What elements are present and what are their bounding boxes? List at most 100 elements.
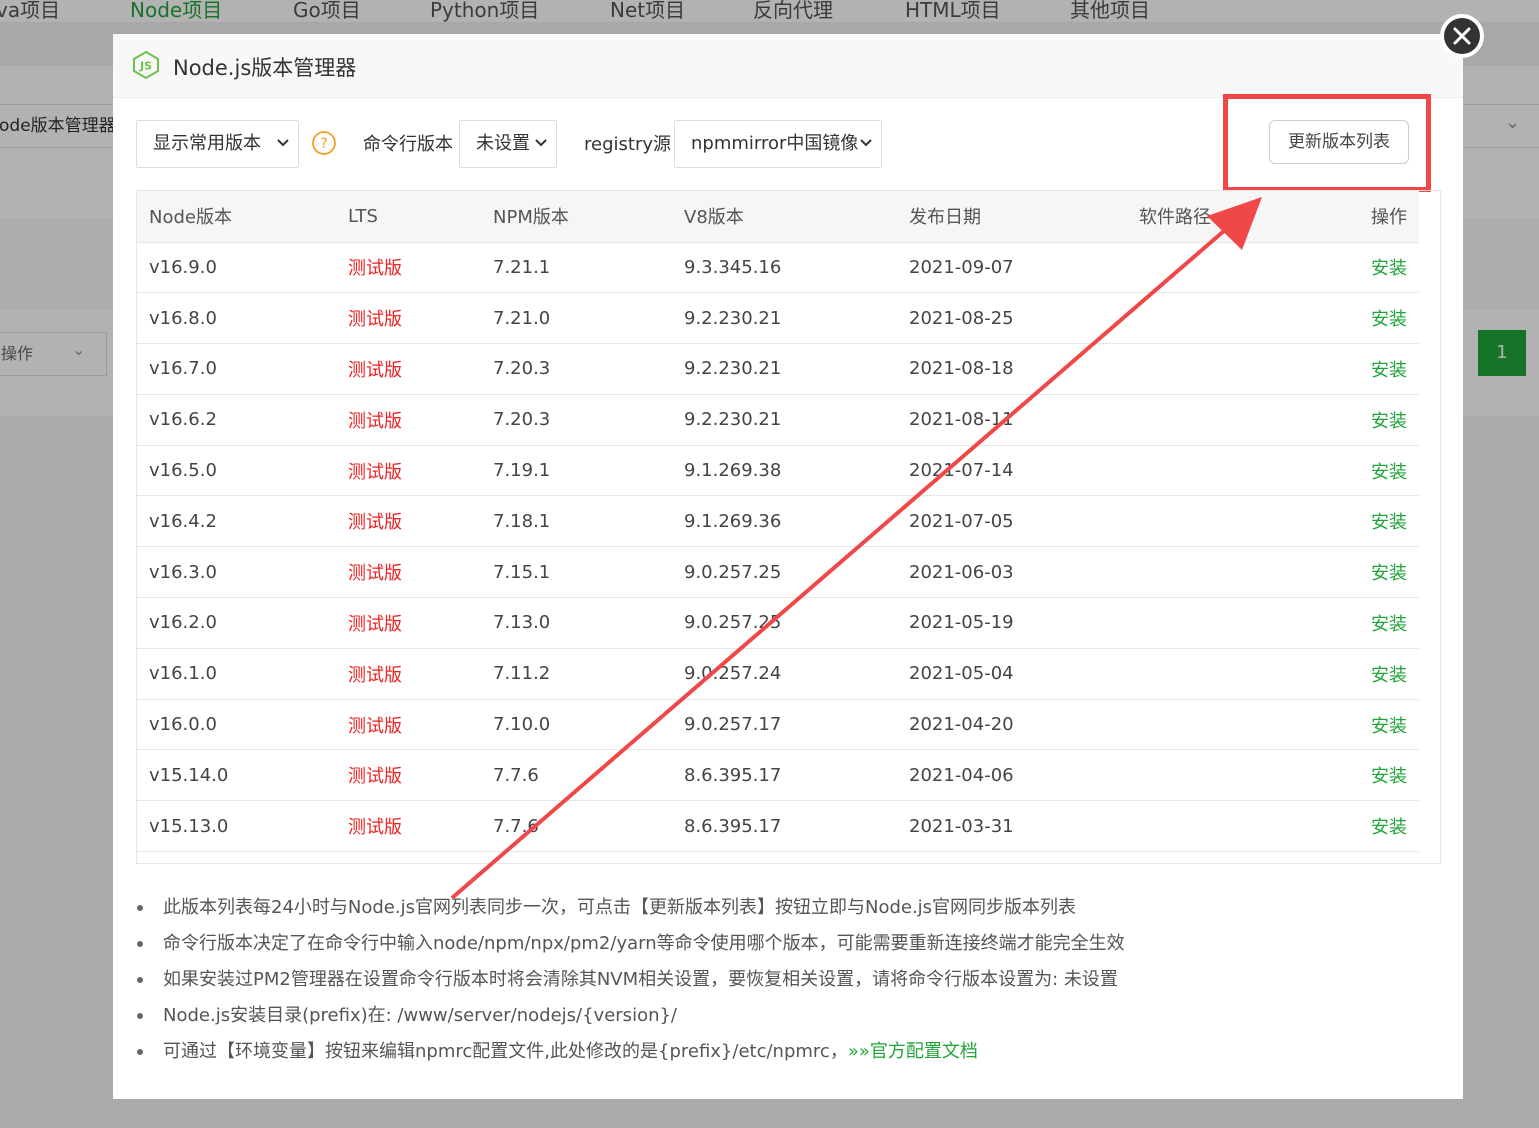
table-row: v16.2.0 测试版 7.13.0 9.0.257.25 2021-05-19 安装 (137, 597, 1419, 649)
action-cell: 安装 (1319, 242, 1419, 294)
node-version-cell: v16.2.0 (137, 597, 348, 649)
cli-version-value: 未设置 (476, 133, 530, 154)
node-version-manager-dialog: JS Node.js版本管理器 显示常用版本 ? 命令行版本 未设置 regis… (113, 34, 1463, 1099)
install-button[interactable]: 安装 (1371, 563, 1407, 584)
software-path-cell (1139, 749, 1319, 802)
action-cell: 安装 (1319, 749, 1419, 802)
close-button[interactable] (1440, 14, 1484, 58)
node-version-cell: v16.5.0 (137, 445, 348, 497)
version-filter-select[interactable]: 显示常用版本 (136, 120, 299, 168)
software-path-cell (1139, 546, 1319, 599)
install-button[interactable]: 安装 (1371, 614, 1407, 635)
table-row: v16.7.0 测试版 7.20.3 9.2.230.21 2021-08-18 安装 (137, 343, 1419, 395)
software-path-cell (1139, 394, 1319, 446)
column-header: 操作 (1319, 191, 1419, 243)
install-button[interactable]: 安装 (1371, 360, 1407, 381)
install-button[interactable]: 安装 (1371, 411, 1407, 432)
help-icon[interactable]: ? (311, 130, 337, 156)
npm-version-cell: 7.11.2 (493, 648, 684, 700)
version-table-container: Node版本 LTS NPM版本 V8版本 发布日期 软件路径 操作 v16.9… (136, 190, 1441, 864)
version-table: Node版本 LTS NPM版本 V8版本 发布日期 软件路径 操作 v16.9… (137, 191, 1419, 853)
install-button[interactable]: 安装 (1371, 766, 1407, 787)
column-header: 发布日期 (909, 191, 1139, 243)
cli-version-label: 命令行版本 (363, 134, 453, 155)
lts-cell: 测试版 (348, 749, 493, 802)
install-button[interactable]: 安装 (1371, 512, 1407, 533)
table-row: v16.8.0 测试版 7.21.0 9.2.230.21 2021-08-25 安装 (137, 292, 1419, 345)
action-cell: 安装 (1319, 800, 1419, 853)
column-header: 软件路径 (1139, 191, 1319, 243)
note-text: Node.js安装目录(prefix)在: /www/server/nodejs… (163, 1005, 678, 1026)
release-date-cell: 2021-05-04 (909, 648, 1139, 700)
install-button[interactable]: 安装 (1371, 309, 1407, 330)
action-cell: 安装 (1319, 648, 1419, 700)
release-date-cell: 2021-08-25 (909, 292, 1139, 345)
lts-cell: 测试版 (348, 800, 493, 853)
official-docs-link[interactable]: »»官方配置文档 (848, 1041, 978, 1062)
node-version-cell: v16.3.0 (137, 546, 348, 599)
release-date-cell: 2021-07-14 (909, 445, 1139, 497)
note-item: Node.js安装目录(prefix)在: /www/server/nodejs… (135, 998, 1435, 1034)
note-item: 如果安装过PM2管理器在设置命令行版本时将会清除其NVM相关设置，要恢复相关设置… (135, 962, 1435, 998)
table-row: v16.6.2 测试版 7.20.3 9.2.230.21 2021-08-11 安装 (137, 394, 1419, 446)
note-text: 此版本列表每24小时与Node.js官网列表同步一次，可点击【更新版本列表】按钮… (163, 897, 1077, 918)
release-date-cell: 2021-08-11 (909, 394, 1139, 446)
column-header: V8版本 (684, 191, 909, 243)
release-date-cell: 2021-04-20 (909, 699, 1139, 751)
lts-cell: 测试版 (348, 699, 493, 751)
software-path-cell (1139, 445, 1319, 497)
action-cell: 安装 (1319, 546, 1419, 599)
node-version-cell: v16.7.0 (137, 343, 348, 395)
chevron-down-icon (535, 139, 547, 147)
npm-version-cell: 7.7.6 (493, 800, 684, 853)
install-button[interactable]: 安装 (1371, 716, 1407, 737)
software-path-cell (1139, 699, 1319, 751)
lts-cell: 测试版 (348, 343, 493, 395)
v8-version-cell: 9.3.345.16 (684, 242, 909, 294)
node-version-cell: v16.4.2 (137, 495, 348, 548)
table-row: v16.1.0 测试版 7.11.2 9.0.257.24 2021-05-04 安装 (137, 648, 1419, 700)
npm-version-cell: 7.20.3 (493, 394, 684, 446)
note-item: 此版本列表每24小时与Node.js官网列表同步一次，可点击【更新版本列表】按钮… (135, 890, 1435, 926)
node-version-cell: v15.13.0 (137, 800, 348, 853)
action-cell: 安装 (1319, 699, 1419, 751)
node-version-cell: v16.9.0 (137, 242, 348, 294)
install-button[interactable]: 安装 (1371, 258, 1407, 279)
version-filter-value: 显示常用版本 (153, 133, 261, 154)
note-text: 命令行版本决定了在命令行中输入node/npm/npx/pm2/yarn等命令使… (163, 933, 1125, 954)
v8-version-cell: 8.6.395.17 (684, 800, 909, 853)
install-button[interactable]: 安装 (1371, 665, 1407, 686)
software-path-cell (1139, 597, 1319, 649)
chevron-down-icon (860, 139, 872, 147)
release-date-cell: 2021-07-05 (909, 495, 1139, 548)
column-header: Node版本 (137, 191, 348, 243)
v8-version-cell: 9.1.269.36 (684, 495, 909, 548)
node-version-cell: v16.1.0 (137, 648, 348, 700)
lts-cell: 测试版 (348, 445, 493, 497)
column-header: NPM版本 (493, 191, 684, 243)
npm-version-cell: 7.20.3 (493, 343, 684, 395)
install-button[interactable]: 安装 (1371, 817, 1407, 838)
v8-version-cell: 9.2.230.21 (684, 343, 909, 395)
install-button[interactable]: 安装 (1371, 462, 1407, 483)
v8-version-cell: 9.0.257.25 (684, 597, 909, 649)
nodejs-logo-icon: JS (133, 50, 159, 80)
table-row: v16.5.0 测试版 7.19.1 9.1.269.38 2021-07-14 安装 (137, 445, 1419, 497)
npm-version-cell: 7.7.6 (493, 749, 684, 802)
node-version-cell: v15.14.0 (137, 749, 348, 802)
dialog-title: Node.js版本管理器 (173, 56, 357, 80)
registry-value: npmmirror中国镜像 (691, 133, 859, 154)
table-row: v16.9.0 测试版 7.21.1 9.3.345.16 2021-09-07 安装 (137, 242, 1419, 294)
cli-version-select[interactable]: 未设置 (459, 120, 557, 168)
lts-cell: 测试版 (348, 394, 493, 446)
node-version-cell: v16.6.2 (137, 394, 348, 446)
note-item: 可通过【环境变量】按钮来编辑npmrc配置文件,此处修改的是{prefix}/e… (135, 1034, 1435, 1070)
column-header: LTS (348, 191, 493, 243)
note-item: 命令行版本决定了在命令行中输入node/npm/npx/pm2/yarn等命令使… (135, 926, 1435, 962)
node-version-cell: v16.8.0 (137, 292, 348, 345)
registry-select[interactable]: npmmirror中国镜像 (674, 120, 882, 168)
action-cell: 安装 (1319, 343, 1419, 395)
table-row: v15.13.0 测试版 7.7.6 8.6.395.17 2021-03-31 安装 (137, 800, 1419, 853)
lts-cell: 测试版 (348, 242, 493, 294)
action-cell: 安装 (1319, 597, 1419, 649)
